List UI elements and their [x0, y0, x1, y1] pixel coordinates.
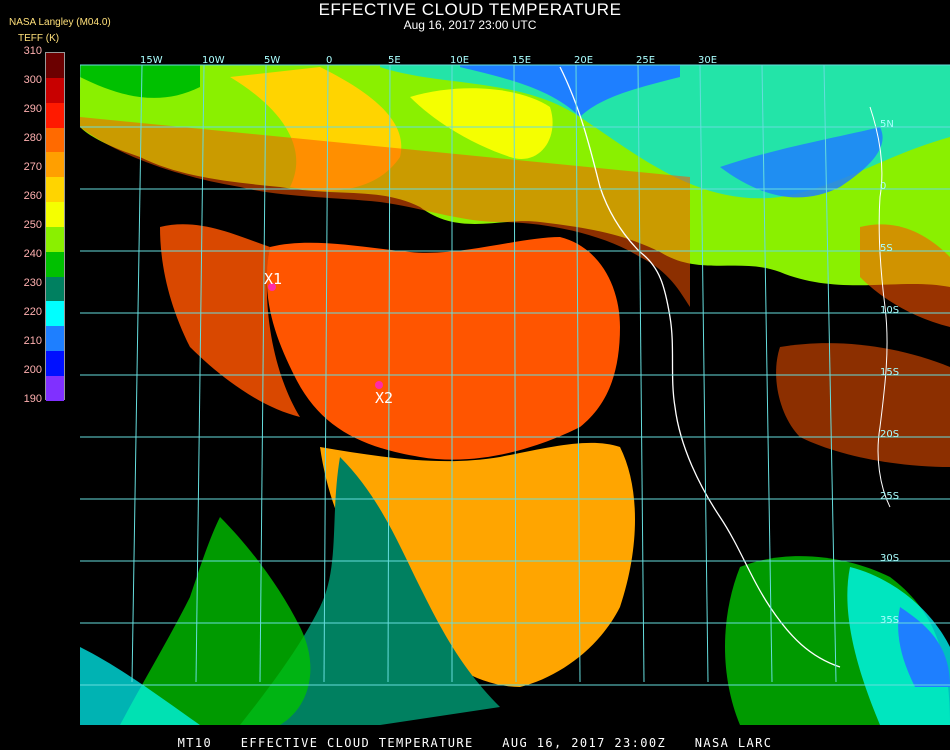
- legend-label: 230: [23, 277, 42, 289]
- legend-swatch: [46, 77, 64, 103]
- cloud-temperature-map: 15W 10W 5W 0 5E 10E 15E 20E 25E 30E 5N 0 5S 10S 15S 20…: [80, 47, 950, 725]
- legend-swatch: [46, 53, 64, 78]
- lat-label: 30S: [880, 553, 899, 564]
- lon-label: 5E: [388, 55, 401, 66]
- legend-swatch: [46, 102, 64, 128]
- source-label: NASA Langley (M04.0): [9, 17, 111, 28]
- legend-label: 290: [23, 103, 42, 115]
- marker-x1: X1: [264, 270, 282, 291]
- footer-name: EFFECTIVE CLOUD TEMPERATURE: [240, 736, 474, 750]
- legend-swatch: [46, 127, 64, 153]
- lat-label: 5N: [880, 119, 894, 130]
- marker-x2-label: X2: [375, 389, 393, 407]
- legend-swatch: [46, 326, 64, 352]
- lon-label: 20E: [574, 55, 593, 66]
- legend-label: 200: [23, 364, 42, 376]
- lat-label: 10S: [880, 305, 899, 316]
- chart-subtitle: Aug 16, 2017 23:00 UTC: [403, 18, 537, 32]
- legend-label: 240: [23, 248, 42, 260]
- lon-label: 10W: [202, 55, 225, 66]
- lat-label: 25S: [880, 491, 899, 502]
- chart-title: EFFECTIVE CLOUD TEMPERATURE: [318, 0, 622, 19]
- legend-label: 190: [23, 393, 42, 405]
- footer-caption: MT10 EFFECTIVE CLOUD TEMPERATURE AUG 16,…: [0, 736, 950, 750]
- footer-product: MT10: [177, 736, 213, 750]
- lat-label: 15S: [880, 367, 899, 378]
- legend-swatch: [46, 152, 64, 178]
- lat-label: 35S: [880, 615, 899, 626]
- legend-label: 310: [23, 45, 42, 57]
- legend-swatch: [46, 226, 64, 252]
- legend-swatch: [46, 351, 64, 376]
- legend-swatch: [46, 202, 64, 227]
- legend-swatch: [46, 177, 64, 203]
- marker-x2-dot: [375, 381, 383, 389]
- lon-label: 0: [326, 55, 332, 66]
- legend-label: 300: [23, 74, 42, 86]
- lon-label: 5W: [264, 55, 280, 66]
- legend-swatch: [46, 301, 64, 327]
- lat-label: 20S: [880, 429, 899, 440]
- legend-label: 270: [23, 161, 42, 173]
- lat-label: 5S: [880, 243, 893, 254]
- legend-label: 210: [23, 335, 42, 347]
- marker-x1-label: X1: [264, 270, 282, 288]
- lon-label: 15E: [512, 55, 531, 66]
- lon-label: 15W: [140, 55, 163, 66]
- lat-label: 0: [880, 181, 886, 192]
- lon-label: 30E: [698, 55, 717, 66]
- footer-org: NASA LARC: [694, 736, 773, 750]
- footer-time: AUG 16, 2017 23:00Z: [502, 736, 667, 750]
- lon-label: 25E: [636, 55, 655, 66]
- legend-units: TEFF (K): [18, 33, 60, 44]
- legend-swatch: [46, 375, 64, 401]
- lon-label: 10E: [450, 55, 469, 66]
- legend-label: 260: [23, 190, 42, 202]
- legend-swatch: [46, 251, 64, 277]
- color-legend: [45, 52, 65, 401]
- legend-label: 280: [23, 132, 42, 144]
- legend-swatch: [46, 276, 64, 302]
- legend-label: 250: [23, 219, 42, 231]
- legend-label: 220: [23, 306, 42, 318]
